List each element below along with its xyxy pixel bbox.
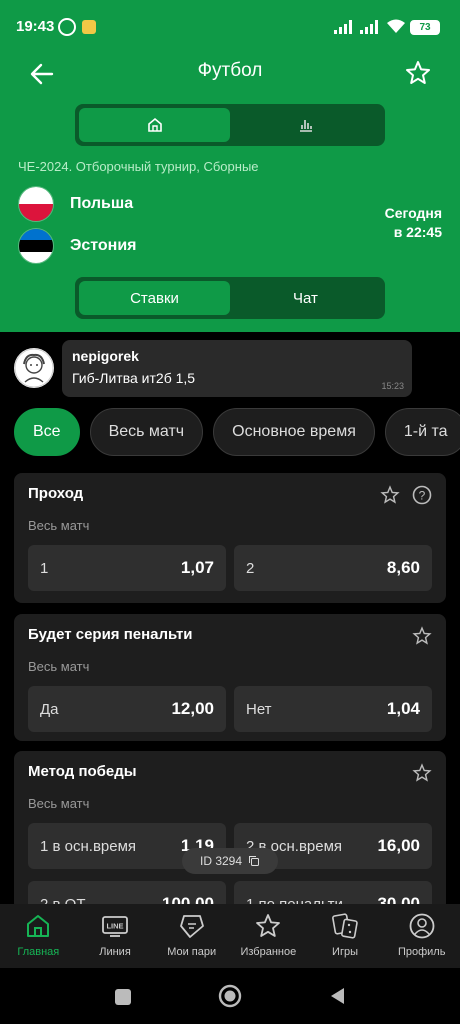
svg-text:?: ? [419, 489, 426, 503]
nav-label: Профиль [397, 946, 446, 958]
star-outline-icon[interactable] [412, 763, 432, 783]
page-title: Футбол [197, 60, 263, 81]
nav-label: Главная [17, 946, 60, 958]
odd-value: 1,04 [386, 699, 420, 718]
status-time: 19:43 [16, 18, 55, 35]
home-button-icon[interactable] [218, 984, 242, 1008]
flag-poland-icon [18, 186, 54, 222]
filter-full-match[interactable]: Весь матч [89, 408, 204, 456]
odd-label: 1 в осн.время [40, 837, 137, 855]
signal-icon [334, 20, 352, 34]
id-text: ID 3294 [199, 854, 243, 868]
nav-games[interactable]: Игры [307, 904, 384, 968]
match-date: Сегодня [384, 205, 442, 221]
odd-button[interactable]: 2 8,60 [234, 545, 432, 591]
back-button-icon[interactable] [328, 986, 346, 1006]
odd-label: 1 [40, 559, 49, 577]
home-icon [27, 915, 50, 937]
market-card: Будет серия пенальти Весь матч Да 12,00 Н… [14, 614, 446, 741]
home-icon [147, 117, 162, 132]
nav-profile[interactable]: Профиль [383, 904, 460, 968]
nav-label: Игры [332, 946, 358, 958]
id-badge[interactable]: ID 3294 [182, 848, 278, 874]
nav-label: Избранное [240, 946, 297, 958]
ticket-icon [179, 915, 204, 938]
odd-value: 1,07 [180, 558, 214, 577]
chat-message[interactable]: nepigorek Гиб-Литва ит2б 1,5 15:23 [62, 340, 412, 397]
market-title: Будет серия пенальти [28, 626, 193, 643]
tab-statistics[interactable] [230, 108, 381, 142]
odd-value: 16,00 [377, 836, 420, 855]
filter-regular-time[interactable]: Основное время [213, 408, 375, 456]
recent-apps-icon[interactable] [114, 988, 132, 1006]
nav-my-bets[interactable]: Мои пари [153, 904, 230, 968]
market-title: Проход [28, 485, 84, 502]
market-period: Весь матч [28, 659, 90, 674]
match-start-time: Сегодня в 22:45 [385, 204, 442, 242]
tab-bets[interactable]: Ставки [79, 281, 230, 315]
view-switch [75, 104, 385, 146]
nav-favorites[interactable]: Избранное [230, 904, 307, 968]
filter-all[interactable]: Все [14, 408, 80, 456]
odd-button[interactable]: Да 12,00 [28, 686, 226, 732]
odd-button[interactable]: Нет 1,04 [234, 686, 432, 732]
nav-home[interactable]: Главная [0, 904, 77, 968]
match-hour: в 22:45 [393, 224, 442, 240]
odd-value: 8,60 [386, 558, 420, 577]
team-away: Эстония [18, 228, 137, 264]
market-period: Весь матч [28, 518, 90, 533]
nav-label: Мои пари [167, 946, 217, 958]
market-title: Метод победы [28, 763, 137, 780]
market-card: Метод победы Весь матч 1 в осн.время 1,19… [14, 751, 446, 927]
bar-chart-icon [299, 120, 312, 132]
system-nav-bar [0, 968, 460, 1024]
chat-username: nepigorek [72, 348, 139, 364]
market-card: Проход ? Весь матч 1 1,07 2 8,60 [14, 473, 446, 603]
odd-button[interactable]: 1 1,07 [28, 545, 226, 591]
line-icon-text: LINE [106, 922, 123, 931]
bottom-nav: Главная LINE Линия Мои пари Избранное Иг… [0, 904, 460, 968]
team-away-name: Эстония [70, 237, 137, 254]
market-period: Весь матч [28, 796, 90, 811]
avatar[interactable] [14, 348, 54, 388]
odd-label: 2 [246, 559, 255, 577]
chat-time: 15:23 [381, 381, 404, 391]
profile-icon [409, 913, 435, 939]
team-home: Польша [18, 186, 133, 222]
nav-label: Линия [99, 946, 131, 958]
arrow-left-icon[interactable] [28, 60, 56, 88]
filter-first-half[interactable]: 1-й та [384, 408, 460, 456]
star-outline-icon[interactable] [404, 59, 432, 87]
nav-line[interactable]: LINE Линия [77, 904, 154, 968]
dice-icon [332, 913, 358, 939]
odd-value: 12,00 [171, 699, 214, 718]
alarm-icon [58, 18, 76, 36]
battery-icon: 73 [410, 20, 440, 35]
copy-icon [249, 856, 260, 866]
help-icon[interactable]: ? [412, 485, 432, 505]
star-outline-icon[interactable] [380, 485, 400, 505]
market-filters: Все Весь матч Основное время 1-й та [14, 408, 460, 456]
line-icon: LINE [102, 916, 128, 937]
star-outline-icon[interactable] [412, 626, 432, 646]
odd-label: Да [40, 700, 59, 718]
tab-overview[interactable] [79, 108, 230, 142]
star-icon [256, 914, 281, 937]
league-name: ЧЕ-2024. Отборочный турнир, Сборные [18, 159, 259, 174]
odd-label: Нет [246, 700, 272, 718]
content-tabs: Ставки Чат [75, 277, 385, 319]
tab-chat[interactable]: Чат [230, 281, 381, 315]
chat-text: Гиб-Литва ит2б 1,5 [72, 370, 196, 386]
signal-icon-2 [360, 20, 378, 34]
status-bar: 19:43 73 [0, 0, 460, 56]
flag-estonia-icon [18, 228, 54, 264]
app-notification-icon [82, 20, 96, 34]
wifi-icon [387, 19, 405, 33]
team-home-name: Польша [70, 195, 134, 212]
